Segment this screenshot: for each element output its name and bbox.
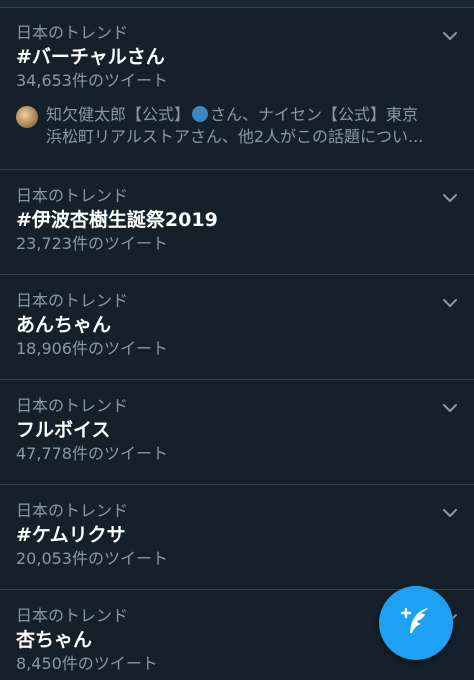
chevron-down-icon[interactable]	[440, 503, 460, 523]
top-bar	[0, 0, 474, 8]
trend-name: #バーチャルさん	[16, 46, 165, 68]
trend-tweet-count: 47,778件のツイート	[16, 444, 168, 463]
trend-description-text: 知欠健太郎【公式】 さん、ナイセン【公式】東京 浜松町リアルストアさん、他2人がこ…	[46, 104, 423, 148]
description-line2: 浜松町リアルストアさん、他2人がこの話題につい...	[46, 127, 424, 146]
description-line1-part2: さん、ナイセン【公式】東京	[210, 105, 419, 124]
trend-tweet-count: 18,906件のツイート	[16, 339, 168, 358]
trend-context: 日本のトレンド	[16, 291, 129, 310]
trend-context: 日本のトレンド	[16, 396, 129, 415]
trend-tweet-count: 34,653件のツイート	[16, 71, 168, 90]
trends-list: 日本のトレンド #バーチャルさん 34,653件のツイート 知欠健太郎【公式】さ…	[0, 8, 474, 680]
trend-item[interactable]: 日本のトレンド あんちゃん 18,906件のツイート	[0, 275, 474, 380]
description-line1-part1: 知欠健太郎【公式】	[46, 105, 191, 124]
trend-context: 日本のトレンド	[16, 186, 129, 205]
compose-tweet-icon	[399, 604, 433, 642]
trend-tweet-count: 20,053件のツイート	[16, 549, 168, 568]
trend-tweet-count: 23,723件のツイート	[16, 234, 168, 253]
compose-tweet-button[interactable]	[379, 586, 453, 660]
trend-context: 日本のトレンド	[16, 23, 129, 42]
chevron-down-icon[interactable]	[440, 188, 460, 208]
chevron-down-icon[interactable]	[440, 26, 460, 46]
blue-circle-icon	[192, 106, 209, 122]
trend-item[interactable]: 日本のトレンド #ケムリクサ 20,053件のツイート	[0, 485, 474, 590]
trend-name: あんちゃん	[16, 314, 112, 336]
trend-item[interactable]: 日本のトレンド #伊波杏樹生誕祭2019 23,723件のツイート	[0, 170, 474, 275]
trend-context: 日本のトレンド	[16, 501, 129, 520]
user-avatar	[16, 106, 38, 128]
chevron-down-icon[interactable]	[440, 293, 460, 313]
trend-item[interactable]: 日本のトレンド #バーチャルさん 34,653件のツイート 知欠健太郎【公式】さ…	[0, 8, 474, 170]
trend-description: 知欠健太郎【公式】 さん、ナイセン【公式】東京 浜松町リアルストアさん、他2人がこ…	[16, 104, 450, 148]
trend-item[interactable]: 日本のトレンド フルボイス 47,778件のツイート	[0, 380, 474, 485]
trend-name: #伊波杏樹生誕祭2019	[16, 209, 218, 231]
chevron-down-icon[interactable]	[440, 398, 460, 418]
trend-name: #ケムリクサ	[16, 524, 126, 546]
trend-name: フルボイス	[16, 419, 111, 441]
